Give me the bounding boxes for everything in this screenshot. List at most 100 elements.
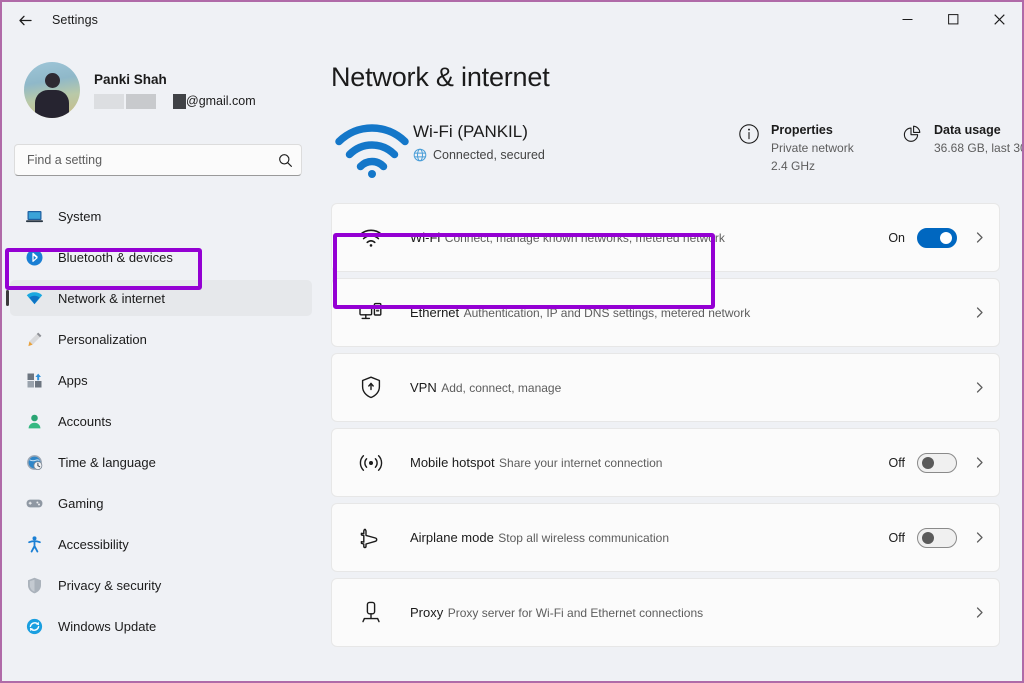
sidebar-item-privacy-security[interactable]: Privacy & security	[10, 567, 312, 603]
maximize-button[interactable]	[930, 2, 976, 36]
accessibility-icon	[24, 534, 44, 554]
wifi-icon	[354, 227, 388, 248]
sidebar-item-accounts[interactable]: Accounts	[10, 403, 312, 439]
sidebar-item-accessibility[interactable]: Accessibility	[10, 526, 312, 562]
card-title: Ethernet	[410, 305, 459, 320]
card-text: VPN Add, connect, manage	[410, 379, 957, 397]
main-content: Network & internet Wi-Fi (PANKIL)	[322, 38, 1022, 681]
redaction-block-3	[173, 94, 186, 109]
card-mobile-hotspot[interactable]: Mobile hotspot Share your internet conne…	[331, 428, 1000, 497]
gamepad-icon	[24, 493, 44, 513]
card-title: Proxy	[410, 605, 443, 620]
redaction-block-2	[126, 94, 156, 109]
card-proxy[interactable]: Proxy Proxy server for Wi-Fi and Etherne…	[331, 578, 1000, 647]
chevron-right-icon[interactable]	[973, 606, 986, 619]
info-icon	[735, 121, 763, 145]
redaction-block-1	[94, 94, 124, 109]
sidebar-item-system[interactable]: System	[10, 198, 312, 234]
card-airplane-mode[interactable]: Airplane mode Stop all wireless communic…	[331, 503, 1000, 572]
card-text: Ethernet Authentication, IP and DNS sett…	[410, 304, 957, 322]
sidebar-item-label: System	[58, 209, 101, 224]
properties-text: Properties Private network 2.4 GHz	[771, 121, 890, 175]
person-icon	[24, 411, 44, 431]
card-sub: Authentication, IP and DNS settings, met…	[464, 306, 751, 320]
card-sub: Connect, manage known networks, metered …	[445, 231, 725, 245]
minimize-button[interactable]	[884, 2, 930, 36]
card-text: Proxy Proxy server for Wi-Fi and Etherne…	[410, 604, 957, 622]
search-box[interactable]	[14, 144, 302, 176]
chevron-right-icon[interactable]	[973, 381, 986, 394]
card-title: Mobile hotspot	[410, 455, 495, 470]
sidebar-item-label: Gaming	[58, 496, 104, 511]
search-icon[interactable]	[278, 153, 293, 168]
card-sub: Proxy server for Wi-Fi and Ethernet conn…	[448, 606, 703, 620]
card-sub: Stop all wireless communication	[498, 531, 669, 545]
hotspot-toggle[interactable]	[917, 453, 957, 473]
clock-globe-icon	[24, 452, 44, 472]
close-icon	[994, 14, 1005, 25]
card-right	[957, 606, 986, 619]
card-title: Wi-Fi	[410, 230, 440, 245]
card-text: Mobile hotspot Share your internet conne…	[410, 454, 889, 472]
wifi-toggle[interactable]	[917, 228, 957, 248]
window-controls	[884, 2, 1022, 38]
sidebar-item-label: Accounts	[58, 414, 111, 429]
vpn-shield-icon	[354, 375, 388, 400]
card-right: On	[888, 228, 986, 248]
network-status-main: Wi-Fi (PANKIL) Connected, secured	[413, 115, 713, 162]
card-text: Airplane mode Stop all wireless communic…	[410, 529, 889, 547]
back-arrow-icon	[17, 12, 34, 29]
back-button[interactable]	[8, 3, 42, 37]
sidebar-item-label: Windows Update	[58, 619, 156, 634]
title-bar: Settings	[2, 2, 1022, 38]
chevron-right-icon[interactable]	[973, 306, 986, 319]
card-vpn[interactable]: VPN Add, connect, manage	[331, 353, 1000, 422]
sidebar-item-label: Network & internet	[58, 291, 165, 306]
sidebar-item-label: Privacy & security	[58, 578, 161, 593]
card-ethernet[interactable]: Ethernet Authentication, IP and DNS sett…	[331, 278, 1000, 347]
chevron-right-icon[interactable]	[973, 456, 986, 469]
card-right	[957, 306, 986, 319]
chevron-right-icon[interactable]	[973, 531, 986, 544]
sidebar-item-windows-update[interactable]: Windows Update	[10, 608, 312, 644]
sidebar: Panki Shah @gmail.com	[2, 38, 322, 681]
apps-icon	[24, 370, 44, 390]
pie-chart-icon	[898, 121, 926, 145]
account-block[interactable]: Panki Shah @gmail.com	[2, 38, 322, 124]
globe-icon	[413, 148, 427, 162]
sidebar-item-gaming[interactable]: Gaming	[10, 485, 312, 521]
sidebar-item-personalization[interactable]: Personalization	[10, 321, 312, 357]
update-icon	[24, 616, 44, 636]
airplane-toggle[interactable]	[917, 528, 957, 548]
search-input[interactable]	[27, 153, 278, 167]
sidebar-item-time-language[interactable]: Time & language	[10, 444, 312, 480]
data-usage-link[interactable]: Data usage 36.68 GB, last 30 days	[898, 115, 1022, 157]
sidebar-item-network-internet[interactable]: Network & internet	[10, 280, 312, 316]
maximize-icon	[948, 14, 959, 25]
account-name: Panki Shah	[94, 71, 256, 89]
sidebar-item-label: Personalization	[58, 332, 147, 347]
hotspot-toggle-label: Off	[889, 456, 905, 470]
settings-card-list: Wi-Fi Connect, manage known networks, me…	[331, 203, 1000, 647]
sidebar-item-label: Accessibility	[58, 537, 129, 552]
window-title: Settings	[52, 13, 98, 27]
proxy-icon	[354, 600, 388, 625]
close-button[interactable]	[976, 2, 1022, 36]
card-sub: Add, connect, manage	[441, 381, 561, 395]
properties-link[interactable]: Properties Private network 2.4 GHz	[735, 115, 890, 175]
account-text: Panki Shah @gmail.com	[94, 71, 256, 109]
card-wifi[interactable]: Wi-Fi Connect, manage known networks, me…	[331, 203, 1000, 272]
sidebar-item-bluetooth-devices[interactable]: Bluetooth & devices	[10, 239, 312, 275]
account-email: @gmail.com	[94, 93, 256, 109]
data-usage-text: Data usage 36.68 GB, last 30 days	[934, 121, 1022, 157]
settings-window: Settings	[0, 0, 1024, 683]
properties-sub-2: 2.4 GHz	[771, 159, 815, 173]
avatar	[24, 62, 80, 118]
sidebar-item-apps[interactable]: Apps	[10, 362, 312, 398]
card-text: Wi-Fi Connect, manage known networks, me…	[410, 229, 888, 247]
chevron-right-icon[interactable]	[973, 231, 986, 244]
data-usage-sub: 36.68 GB, last 30 days	[934, 141, 1022, 155]
airplane-toggle-label: Off	[889, 531, 905, 545]
page-title: Network & internet	[331, 62, 1022, 93]
network-status-sub: Connected, secured	[433, 148, 545, 162]
